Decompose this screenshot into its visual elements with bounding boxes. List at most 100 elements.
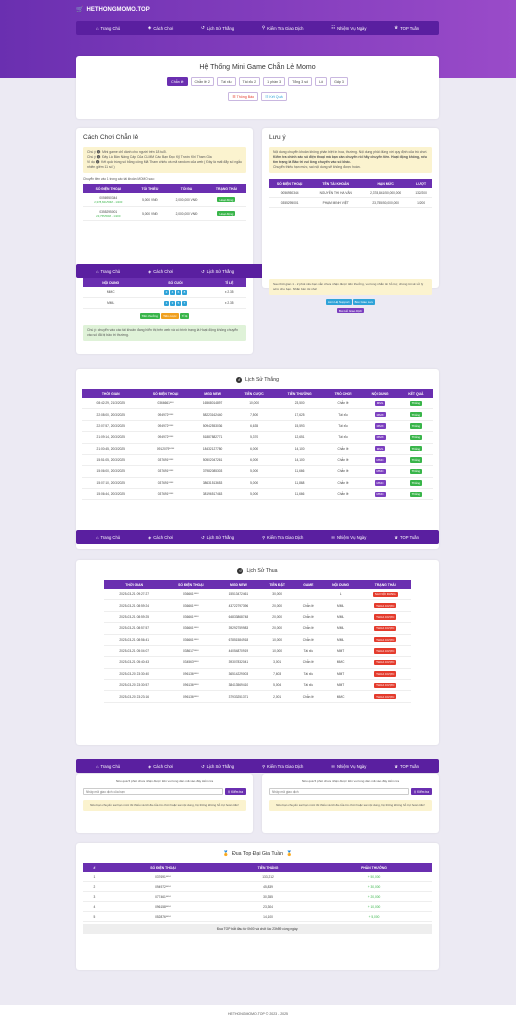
table-cell: 23,304 <box>220 901 317 912</box>
result-badge: Thắng <box>409 400 423 406</box>
nav-wins[interactable]: ↺ Lịch Sử Thắng <box>201 269 234 274</box>
table-cell: 50502047261 <box>191 454 234 467</box>
tab-tai-xiu-2[interactable]: Tài xỉu 2 <box>238 77 261 86</box>
tab-gap-3[interactable]: Gấp 3 <box>330 77 348 86</box>
nav-top[interactable]: ♛TOP Tuần <box>394 764 419 769</box>
transaction-input[interactable] <box>83 788 223 795</box>
nav-howto[interactable]: ◈ Cách Chơi <box>148 25 173 31</box>
notice-button[interactable]: ☰ Thông Báo <box>228 92 259 101</box>
check-button[interactable]: ⚲ Kiểm tra <box>410 788 432 795</box>
tab-lo[interactable]: Lô <box>315 77 328 86</box>
nav-home[interactable]: ⌂ Trang Chủ <box>96 269 120 274</box>
table-cell: 4 <box>83 901 106 912</box>
table-row: 2 094972**** 45,839 + 30,000 <box>83 881 432 892</box>
table-cell: 2,001 <box>259 690 295 703</box>
table-cell: 10,000 <box>259 645 295 658</box>
rate-tags: Tiền thưởng Tiền cược Tỉ lệ <box>139 313 190 319</box>
nav-wins[interactable]: ↺ Lịch Sử Thắng <box>201 25 234 31</box>
nav-howto[interactable]: ◈ Cách Chơi <box>148 535 173 540</box>
brand-logo[interactable]: 🛒 HETHONGMOMO.TOP <box>76 6 150 14</box>
table-cell: 037691**** <box>139 454 192 467</box>
nav-home[interactable]: ⌂ Trang Chủ <box>96 535 120 540</box>
table-cell: 096136**** <box>164 690 218 703</box>
table-cell: 15:06:00, 20/3/2025 <box>82 465 140 478</box>
nav-top[interactable]: ♛TOP Tuần <box>394 535 419 540</box>
bottom-note: Chú ý: chuyển vào các tài khoản đang hiể… <box>83 324 246 341</box>
table-cell: Chẵn lẻ <box>324 488 362 501</box>
table-cell: 20,000 <box>259 611 295 624</box>
tab-chan-le[interactable]: Chẵn lẻ <box>167 77 188 86</box>
table-cell: Tài xỉu <box>324 420 362 433</box>
support-button[interactable]: Liên Hệ Support <box>325 299 352 305</box>
tab-1-phan-3[interactable]: 1 phần 3 <box>263 77 286 86</box>
notice-title: Lưu ý <box>269 134 286 141</box>
search-icon: ⚲ <box>261 763 266 769</box>
home-icon: ⌂ <box>95 268 99 274</box>
history-icon: ↺ <box>201 268 205 274</box>
table-cell: 2025-03-21 05:40:43 <box>104 656 165 669</box>
tab-tai-xiu[interactable]: Tài xỉu <box>216 77 236 86</box>
table-cell: + 30,000 <box>316 881 432 892</box>
status-badge: THUA CƯỢC <box>374 602 397 609</box>
nav-howto[interactable]: ◈ Cách Chơi <box>148 269 173 274</box>
nav-top[interactable]: ♛TOP Tuần <box>394 25 419 31</box>
table-cell: 16568014897 <box>191 398 234 410</box>
game-select-card: Hệ Thống Mini Game Chẵn Lẻ Momo Chẵn lẻ … <box>76 56 439 119</box>
nav-check[interactable]: ⚲Kiểm Tra Giao Dịch <box>262 535 303 540</box>
table-cell: 10,000 <box>233 398 275 410</box>
table-cell: 44054870919 <box>217 645 260 658</box>
status-badge: THUA CƯỢC <box>374 614 397 620</box>
transaction-input[interactable] <box>269 788 409 795</box>
bot-button[interactable]: Bot Hỗ Giao Dịch <box>336 308 365 314</box>
loss-history-card: ↺ Lịch Sử Thua THỜI GIAN SỐ ĐIỆN THOẠI MGD … <box>76 560 439 745</box>
table-cell: Chẵn lẻ <box>324 398 362 410</box>
table-row: 2025-03-21 08:59:24 036661**** 43722797396… <box>104 599 411 612</box>
sticky-nav-2: ⌂ Trang Chủ ◈ Cách Chơi ↺ Lịch Sử Thắng ⚲ Ki… <box>76 530 439 544</box>
table-cell: 038617**** <box>164 645 218 658</box>
group-button[interactable]: Box Giao Lưu <box>352 299 376 305</box>
table-cell: 6,000 <box>233 443 275 455</box>
nav-wins[interactable]: ↺ Lịch Sử Thắng <box>201 764 234 769</box>
table-row: 21:00:45, 20/3/2025 0912079**** 1843212778… <box>82 443 433 455</box>
content-badge: MMC <box>374 457 386 463</box>
status-badge: Hoạt động <box>217 210 236 217</box>
nav-home[interactable]: ⌂ Trang Chủ <box>96 26 120 31</box>
table-cell: 2025-03-21 08:56:41 <box>104 634 165 646</box>
account-limits-table: SỐ ĐIỆN THOẠI TÊN TÀI KHOẢN HẠN MỨC LƯỢT 00… <box>269 179 432 208</box>
nav-wins[interactable]: ↺ Lịch Sử Thắng <box>201 535 234 540</box>
nav-check[interactable]: ⚲Kiểm Tra Giao Dịch <box>262 25 304 31</box>
table-row: 2025-03-21 05:40:43 034563**** 39307832041… <box>104 656 411 669</box>
howto-title: Cách Chơi Chẵn lẻ <box>83 134 139 141</box>
table-cell: 7,603 <box>259 668 295 681</box>
table-cell: 39292759983 <box>217 622 260 635</box>
table-cell: 5,370 <box>233 431 275 444</box>
table-cell: 036661**** <box>164 622 218 635</box>
nav-howto[interactable]: ◈ Cách Chơi <box>148 764 173 769</box>
table-cell: 2025-03-21 08:59:25 <box>104 611 165 624</box>
status-badge: THUA CƯỢC <box>374 625 397 631</box>
nav-tasks[interactable]: ☷Nhiệm Vụ Ngày <box>331 535 366 540</box>
table-cell: 037691**** <box>139 477 192 490</box>
table-cell: 036661**** <box>164 589 218 601</box>
column-header: NỘI DUNG <box>361 389 399 398</box>
nav-tasks[interactable]: ☷Nhiệm Vụ Ngày <box>331 25 366 31</box>
table-cell: Tài xỉu <box>324 431 362 444</box>
result-button[interactable]: ☷ Kết Quả <box>261 92 287 101</box>
status-badge: THUA CƯỢC <box>374 682 397 688</box>
check-button[interactable]: ⚲ Kiểm tra <box>224 788 246 795</box>
nav-tasks[interactable]: ☷Nhiệm Vụ Ngày <box>331 764 366 769</box>
nav-home[interactable]: ⌂ Trang Chủ <box>96 764 120 769</box>
history-icon: ↺ <box>236 377 243 383</box>
table-row: 15:51:05, 20/3/2025 037691**** 50502047261… <box>82 454 433 467</box>
tab-tong-3-so[interactable]: Tổng 3 số <box>288 77 313 86</box>
tab-chan-le-2[interactable]: Chẵn lẻ 2 <box>190 77 214 86</box>
content-badge: MMX <box>374 423 386 429</box>
column-header: THỜI GIAN <box>104 580 165 589</box>
tasks-icon: ☷ <box>331 534 336 540</box>
table-cell: MMT <box>321 668 360 681</box>
nav-check[interactable]: ⚲Kiểm Tra Giao Dịch <box>262 764 303 769</box>
trophy-icon: ♛ <box>394 534 399 540</box>
table-cell: 20,000 <box>259 599 295 612</box>
history-icon: ↺ <box>201 534 205 540</box>
gamepad-icon: ◈ <box>147 25 152 30</box>
